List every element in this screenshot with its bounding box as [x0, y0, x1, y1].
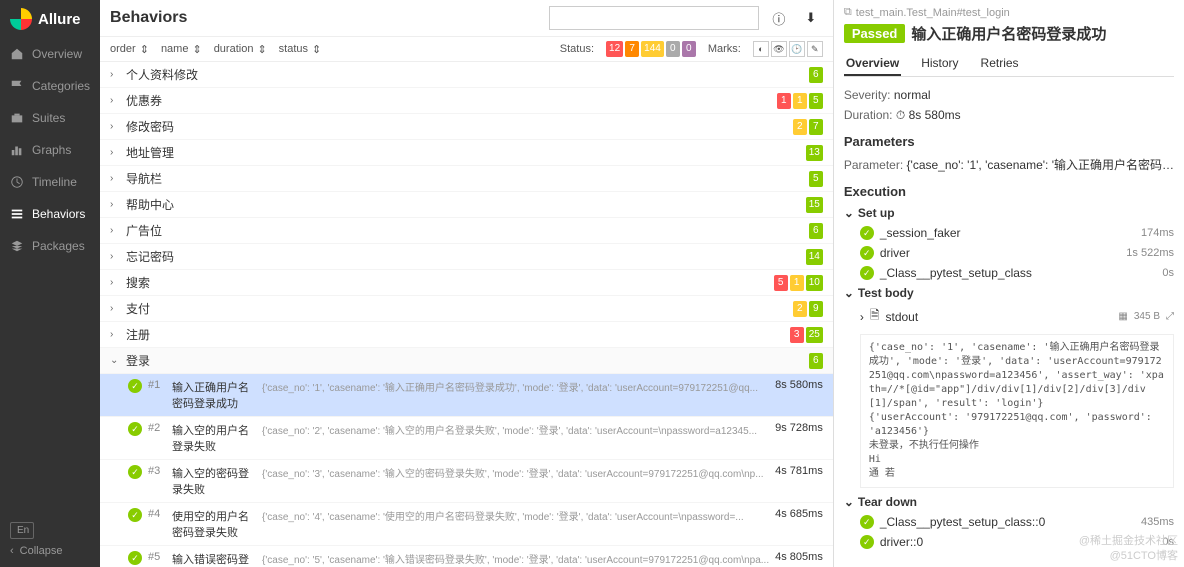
step-row[interactable]: ✓driver1s 522ms [844, 243, 1174, 263]
status-badge: Passed [844, 24, 906, 43]
group-row[interactable]: ›注册325 [100, 322, 833, 348]
sort-toolbar: order ⇕ name ⇕ duration ⇕ status ⇕ Statu… [100, 37, 833, 62]
nav-suites[interactable]: Suites [0, 102, 100, 134]
sort-name[interactable]: name ⇕ [161, 43, 202, 56]
collapse-button[interactable]: ‹Collapse [10, 545, 90, 557]
test-case-row[interactable]: ✓#3输入空的密码登录失败{'case_no': '3', 'casename'… [100, 460, 833, 503]
tab-history[interactable]: History [919, 52, 960, 76]
test-case-row[interactable]: ✓#2输入空的用户名登录失败{'case_no': '2', 'casename… [100, 417, 833, 460]
nav-timeline[interactable]: Timeline [0, 166, 100, 198]
teardown-toggle[interactable]: ⌄Tear down [844, 492, 1174, 512]
group-row[interactable]: ›修改密码27 [100, 114, 833, 140]
group-row[interactable]: ›忘记密码14 [100, 244, 833, 270]
nav-categories[interactable]: Categories [0, 70, 100, 102]
page-title: Behaviors [110, 9, 187, 27]
tab-retries[interactable]: Retries [979, 52, 1021, 76]
nav-graphs[interactable]: Graphs [0, 134, 100, 166]
sidebar: Allure Overview Categories Suites Graphs… [0, 0, 100, 567]
status-filter[interactable]: 12714400 [606, 41, 696, 57]
step-row[interactable]: ✓_Class__pytest_setup_class::0435ms [844, 512, 1174, 532]
logo: Allure [0, 0, 100, 38]
chart-icon [10, 143, 24, 157]
group-row[interactable]: ›地址管理13 [100, 140, 833, 166]
group-row[interactable]: ›导航栏5 [100, 166, 833, 192]
step-row[interactable]: ✓_Class__pytest_setup_class0s [844, 263, 1174, 283]
info-icon[interactable]: ⓘ [767, 6, 791, 30]
group-row[interactable]: ›优惠券115 [100, 88, 833, 114]
chevron-right-icon: › [860, 310, 864, 324]
download-icon[interactable]: ⬇ [799, 6, 823, 30]
sort-duration[interactable]: duration ⇕ [214, 43, 267, 56]
stdout-content: {'case_no': '1', 'casename': '输入正确用户名密码登… [860, 334, 1174, 488]
sort-order[interactable]: order ⇕ [110, 43, 149, 56]
test-case-row[interactable]: ✓#5输入错误密码登录失败{'case_no': '5', 'casename'… [100, 546, 833, 567]
parameters-heading: Parameters [844, 134, 1174, 149]
size-icon: ▦ [1118, 311, 1127, 322]
chevron-down-icon: ⌄ [844, 495, 854, 509]
tree-panel: Behaviors ⓘ ⬇ order ⇕ name ⇕ duration ⇕ … [100, 0, 834, 567]
group-row[interactable]: ›支付29 [100, 296, 833, 322]
chevron-down-icon: ⌄ [844, 206, 854, 220]
tab-overview[interactable]: Overview [844, 52, 901, 76]
search-input[interactable] [549, 6, 759, 30]
duration: Duration: ⏱ 8s 580ms [844, 105, 1174, 126]
sort-status[interactable]: status ⇕ [279, 43, 322, 56]
group-row[interactable]: ›个人资料修改6 [100, 62, 833, 88]
step-row[interactable]: ✓_session_faker174ms [844, 223, 1174, 243]
tree[interactable]: ›个人资料修改6›优惠券115›修改密码27›地址管理13›导航栏5›帮助中心1… [100, 62, 833, 567]
chevron-down-icon: ⌄ [844, 286, 854, 300]
layers-icon [10, 239, 24, 253]
group-row[interactable]: ›广告位6 [100, 218, 833, 244]
test-title: 输入正确用户名密码登录成功 [911, 23, 1106, 44]
test-case-row[interactable]: ✓#1输入正确用户名密码登录成功{'case_no': '1', 'casena… [100, 374, 833, 417]
expand-icon: ⤢ [1166, 311, 1174, 322]
clock-icon [10, 175, 24, 189]
status-label: Status: [560, 43, 594, 55]
breadcrumb: ⧉test_main.Test_Main#test_login [844, 6, 1174, 19]
setup-toggle[interactable]: ⌄Set up [844, 203, 1174, 223]
stdout-attachment[interactable]: › 🗎 stdout ▦345 B⤢ [844, 303, 1174, 330]
marks-filter[interactable]: ◐👁🕑✎ [753, 41, 823, 57]
file-icon: 🗎 [870, 306, 880, 327]
body-toggle[interactable]: ⌄Test body [844, 283, 1174, 303]
chevron-left-icon: ‹ [10, 545, 14, 557]
detail-panel: ⧉test_main.Test_Main#test_login Passed 输… [834, 0, 1184, 567]
group-row[interactable]: ›搜索5110 [100, 270, 833, 296]
watermark: @稀土掘金技术社区@51CTO博客 [1079, 534, 1178, 563]
lang-button[interactable]: En [10, 522, 34, 539]
list-icon [10, 207, 24, 221]
parameter-row: Parameter: {'case_no': '1', 'casename': … [844, 153, 1174, 176]
group-row[interactable]: ›帮助中心15 [100, 192, 833, 218]
nav-packages[interactable]: Packages [0, 230, 100, 262]
app-name: Allure [38, 11, 81, 28]
execution-heading: Execution [844, 184, 1174, 199]
clock-icon: ⏱ [896, 108, 905, 122]
home-icon [10, 47, 24, 61]
suitcase-icon [10, 111, 24, 125]
flag-icon [10, 79, 24, 93]
logo-icon [10, 8, 32, 30]
test-case-row[interactable]: ✓#4使用空的用户名密码登录失败{'case_no': '4', 'casena… [100, 503, 833, 546]
tabs: Overview History Retries [844, 52, 1174, 77]
link-icon: ⧉ [844, 6, 852, 19]
marks-label: Marks: [708, 43, 741, 55]
nav-behaviors[interactable]: Behaviors [0, 198, 100, 230]
severity: Severity: normal [844, 85, 1174, 105]
group-row[interactable]: ⌄登录6 [100, 348, 833, 374]
nav-overview[interactable]: Overview [0, 38, 100, 70]
